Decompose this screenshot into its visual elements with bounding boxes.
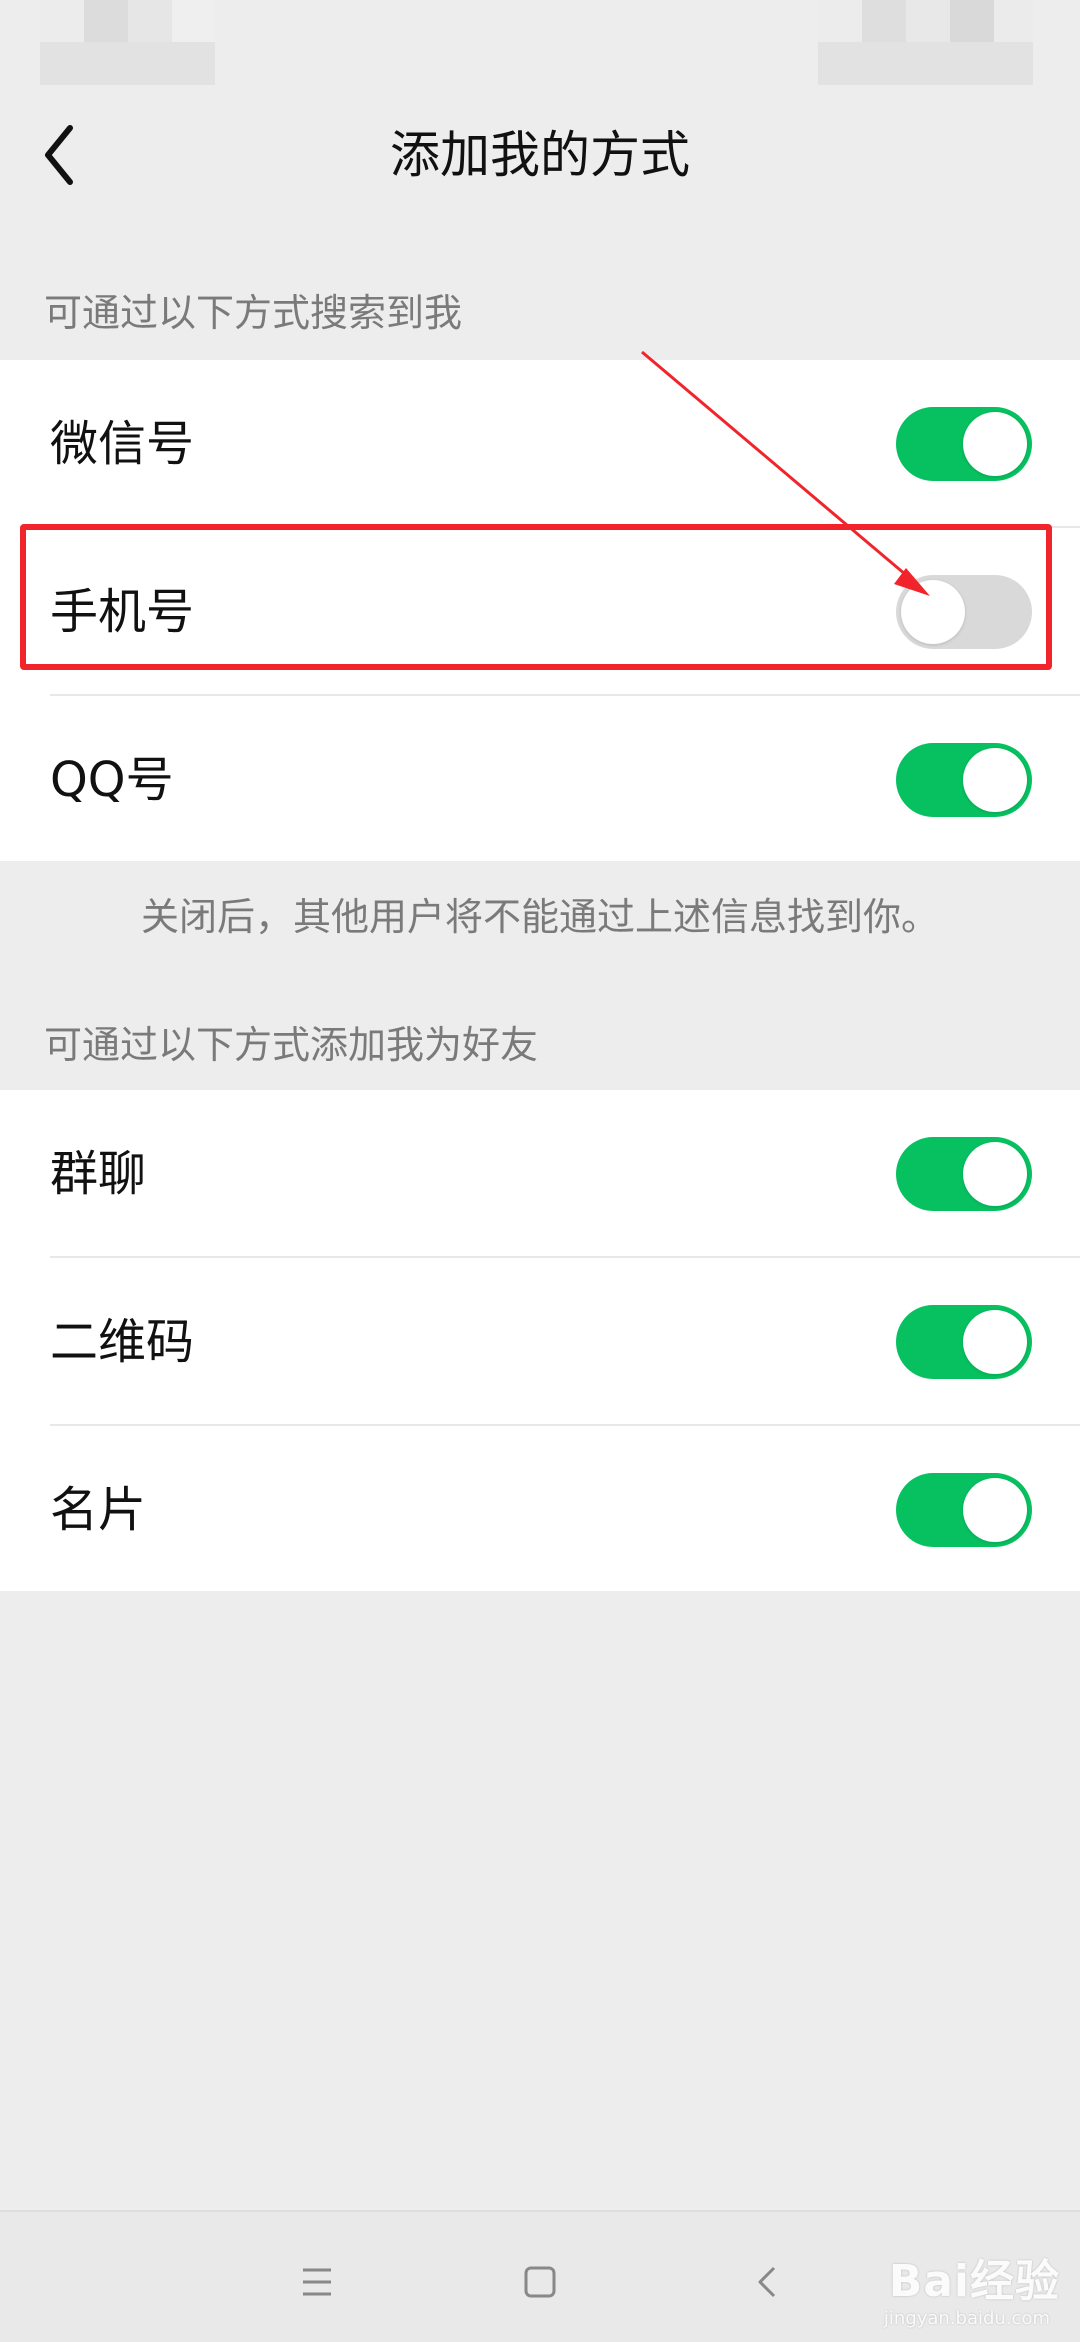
setting-label: 微信号 [50, 415, 195, 472]
back-triangle-icon [758, 2266, 776, 2298]
group-chat-toggle[interactable] [896, 1136, 1032, 1211]
setting-row-wechat-id: 微信号 [0, 360, 1080, 527]
setting-label: 群聊 [50, 1145, 147, 1202]
qq-number-toggle[interactable] [896, 742, 1032, 817]
toggle-knob [963, 1309, 1027, 1374]
toggle-knob [963, 1477, 1027, 1542]
search-footnote: 关闭后，其他用户将不能通过上述信息找到你。 [140, 895, 939, 939]
baidu-jingyan-watermark: Bai经验 [888, 2256, 1060, 2307]
setting-row-business-card: 名片 [0, 1426, 1080, 1593]
annotation-highlight-box [20, 524, 1052, 670]
watermark-url: jingyan.baidu.com [883, 2308, 1050, 2329]
friend-settings-group: 群聊 二维码 名片 [0, 1090, 1080, 1591]
search-section-header: 可通过以下方式搜索到我 [44, 291, 463, 335]
system-back-button[interactable] [728, 2242, 808, 2322]
business-card-toggle[interactable] [896, 1472, 1032, 1547]
toggle-knob [963, 747, 1027, 812]
blurred-status-left [40, 0, 215, 85]
toggle-knob [963, 1141, 1027, 1206]
qr-code-toggle[interactable] [896, 1304, 1032, 1379]
wechat-id-toggle[interactable] [896, 406, 1032, 481]
home-button[interactable] [500, 2242, 580, 2322]
title-bar: 添加我的方式 [0, 90, 1080, 220]
setting-row-qr-code: 二维码 [0, 1258, 1080, 1425]
toggle-knob [963, 411, 1027, 476]
setting-row-qq-number: QQ号 [0, 696, 1080, 863]
menu-button[interactable] [277, 2242, 357, 2322]
page-title: 添加我的方式 [390, 126, 690, 184]
setting-label: QQ号 [50, 751, 174, 808]
friend-section-header: 可通过以下方式添加我为好友 [44, 1023, 539, 1067]
blurred-status-right [818, 0, 1033, 85]
setting-label: 名片 [50, 1481, 147, 1538]
setting-row-group-chat: 群聊 [0, 1090, 1080, 1257]
setting-label: 二维码 [50, 1313, 195, 1370]
home-square-icon [524, 2266, 556, 2298]
status-bar [0, 0, 1080, 90]
menu-icon [303, 2268, 331, 2296]
